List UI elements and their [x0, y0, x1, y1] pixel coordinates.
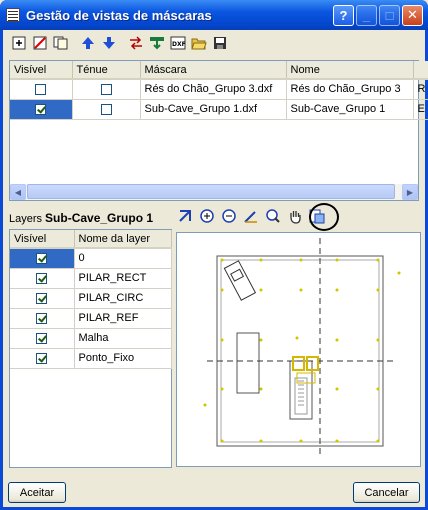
layer-visible-checkbox[interactable] [36, 352, 48, 364]
masks-table: Visível Ténue Máscara Nome Rés do Chão_G… [9, 60, 428, 201]
layer-visible-checkbox[interactable] [36, 292, 48, 304]
faint-checkbox[interactable] [100, 83, 112, 95]
mask-extra-cell: R [413, 79, 428, 100]
save-icon[interactable] [210, 34, 229, 53]
table-row[interactable]: 0 [10, 248, 172, 269]
layer-name-cell: 0 [74, 248, 172, 269]
close-button[interactable]: ✕ [402, 4, 423, 26]
table-row[interactable]: Ponto_Fixo [10, 348, 172, 369]
layer-name-cell: PILAR_REF [74, 308, 172, 329]
preview-toolbar [175, 206, 329, 225]
layer-visible-checkbox[interactable] [36, 272, 48, 284]
table-row[interactable]: Rés do Chão_Grupo 3.dxf Rés do Chão_Grup… [10, 79, 428, 100]
import-icon[interactable] [147, 34, 166, 53]
layer-visible-checkbox[interactable] [36, 332, 48, 344]
title-bar[interactable]: Gestão de vistas de máscaras ? _ □ ✕ [0, 0, 428, 30]
layers-group-name: Sub-Cave_Grupo 1 [45, 211, 154, 225]
layer-name-cell: Malha [74, 328, 172, 349]
table-row[interactable]: PILAR_CIRC [10, 288, 172, 309]
column-header-name[interactable]: Nome [286, 61, 414, 80]
window-title: Gestão de vistas de máscaras [26, 7, 212, 23]
move-down-icon[interactable] [99, 34, 118, 53]
main-toolbar: DXF [3, 30, 425, 56]
column-header-layer-name[interactable]: Nome da layer [74, 230, 172, 249]
layers-table: Visível Nome da layer 0 PILAR_RECT PILAR… [9, 229, 172, 468]
column-header-mask[interactable]: Máscara [140, 61, 287, 80]
zoom-window-icon[interactable] [241, 206, 260, 225]
dwg-icon[interactable]: DXF [168, 34, 187, 53]
column-header-extra[interactable] [413, 61, 428, 80]
faint-checkbox[interactable] [100, 103, 112, 115]
scroll-left-arrow-icon[interactable]: ◀ [10, 184, 26, 200]
open-folder-icon[interactable] [189, 34, 208, 53]
visible-checkbox[interactable] [35, 83, 47, 95]
scroll-right-arrow-icon[interactable]: ▶ [402, 184, 418, 200]
cancel-button[interactable]: Cancelar [353, 482, 420, 503]
zoom-out-icon[interactable] [219, 206, 238, 225]
horizontal-scrollbar[interactable]: ◀ ▶ [10, 184, 418, 200]
table-row[interactable]: PILAR_REF [10, 308, 172, 329]
app-icon [6, 8, 20, 22]
layer-name-cell: Ponto_Fixo [74, 348, 172, 369]
minimize-button[interactable]: _ [356, 4, 377, 26]
table-row[interactable]: PILAR_RECT [10, 268, 172, 289]
scrollbar-thumb[interactable] [27, 184, 395, 199]
table-row[interactable]: Sub-Cave_Grupo 1.dxf Sub-Cave_Grupo 1 E [10, 99, 428, 120]
ok-button[interactable]: Aceitar [8, 482, 66, 503]
layers-heading: Layers Sub-Cave_Grupo 1 [9, 211, 153, 225]
move-up-icon[interactable] [78, 34, 97, 53]
table-row[interactable]: Malha [10, 328, 172, 349]
help-button[interactable]: ? [333, 4, 354, 26]
add-icon[interactable] [9, 34, 28, 53]
layer-name-cell: PILAR_CIRC [74, 288, 172, 309]
svg-text:DXF: DXF [172, 41, 186, 48]
copy-icon[interactable] [51, 34, 70, 53]
zoom-previous-icon[interactable] [263, 206, 282, 225]
mask-name-cell: Sub-Cave_Grupo 1 [286, 99, 414, 120]
highlight-circle [309, 203, 339, 231]
visible-checkbox[interactable] [35, 103, 47, 115]
layers-label: Layers [9, 213, 43, 225]
layer-name-cell: PILAR_RECT [74, 268, 172, 289]
delete-icon[interactable] [30, 34, 49, 53]
dialog-client: DXF Visível Ténue Máscara Nome Rés do Ch… [3, 30, 428, 507]
pan-hand-icon[interactable] [285, 206, 304, 225]
mask-preview-canvas[interactable] [176, 232, 421, 467]
swap-icon[interactable] [126, 34, 145, 53]
mask-file-cell: Sub-Cave_Grupo 1.dxf [140, 99, 287, 120]
mask-extra-cell: E [413, 99, 428, 120]
layer-visible-checkbox[interactable] [36, 252, 48, 264]
dialog-window: Gestão de vistas de máscaras ? _ □ ✕ DXF [0, 0, 428, 510]
mask-file-cell: Rés do Chão_Grupo 3.dxf [140, 79, 287, 100]
floor-plan-drawing [203, 238, 401, 456]
column-header-visible[interactable]: Visível [10, 61, 73, 80]
column-header-faint[interactable]: Ténue [72, 61, 141, 80]
layer-visible-checkbox[interactable] [36, 312, 48, 324]
zoom-in-icon[interactable] [197, 206, 216, 225]
maximize-button[interactable]: □ [379, 4, 400, 26]
zoom-extents-icon[interactable] [175, 206, 194, 225]
mask-name-cell: Rés do Chão_Grupo 3 [286, 79, 414, 100]
column-header-layer-visible[interactable]: Visível [10, 230, 75, 249]
